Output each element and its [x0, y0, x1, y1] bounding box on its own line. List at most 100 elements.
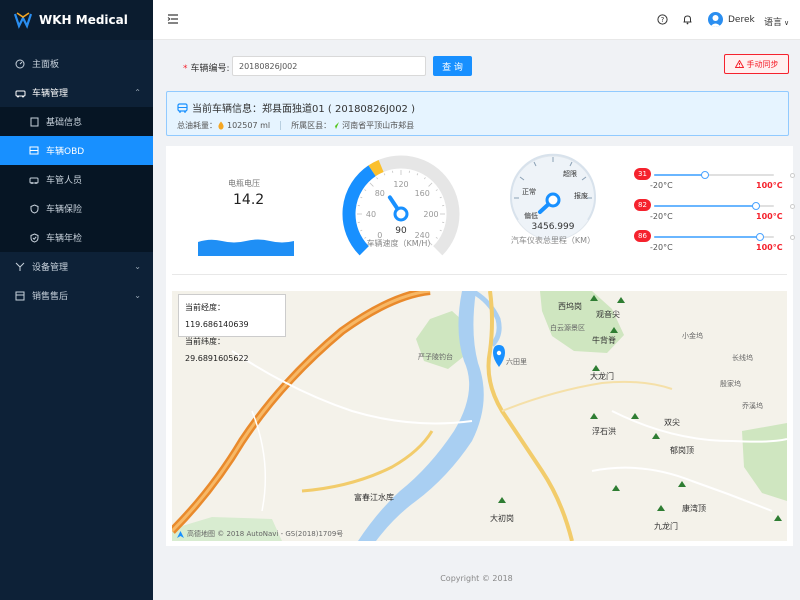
warning-icon — [734, 60, 744, 68]
temp-min: -20°C — [650, 212, 673, 221]
area-label: 所属区县： — [291, 121, 332, 130]
sales-icon — [14, 290, 26, 302]
temp-slider-2: 82 -20°C 100°C — [634, 199, 795, 223]
section-divider — [172, 274, 787, 275]
sidebar-item-vehicle-mgmt[interactable]: 车辆管理 ⌃ — [0, 78, 153, 107]
sidebar-item-vehicle-staff[interactable]: 车管人员 — [0, 165, 153, 194]
gauge-tick — [428, 182, 433, 187]
fuel-icon — [218, 121, 224, 130]
map-place: 郁岗顶 — [670, 446, 694, 455]
map-place: 富春江水库 — [354, 493, 394, 502]
top-header: ? Derek 语言 ∨ — [153, 0, 800, 40]
temp-thumb[interactable] — [752, 202, 760, 210]
avatar[interactable] — [708, 12, 723, 27]
sidebar-item-label: 设备管理 — [32, 263, 69, 273]
gauge-tick — [439, 229, 442, 232]
menu-fold-icon[interactable] — [167, 13, 179, 25]
sidebar-item-label: 车管人员 — [46, 176, 83, 186]
map-place: 殷家坞 — [720, 380, 741, 388]
zone-over-label: 超限 — [563, 169, 577, 178]
temp-end-dot — [790, 234, 795, 240]
coordinates-tooltip: 当前经度： 119.686140639 当前纬度： 29.6891605622 — [178, 294, 286, 363]
doc-icon — [28, 116, 40, 128]
sidebar-item-sales[interactable]: 销售售后 ⌄ — [0, 281, 153, 310]
map-place: 白云源景区 — [550, 324, 585, 332]
device-icon — [14, 261, 26, 273]
sidebar-item-vehicle-obd[interactable]: 车辆OBD — [0, 136, 153, 165]
zone-scrap-label: 报废 — [574, 191, 588, 200]
check-shield-icon — [28, 232, 40, 244]
sidebar-item-label: 车辆保险 — [46, 205, 83, 215]
sidebar-item-device-mgmt[interactable]: 设备管理 ⌄ — [0, 252, 153, 281]
zone-low-label: 偏低 — [524, 211, 538, 220]
map-view[interactable]: 当前经度： 119.686140639 当前纬度： 29.6891605622 西坞… — [172, 291, 787, 541]
fuel-label: 总油耗量： — [177, 121, 217, 130]
map-place: 牛背脊 — [592, 336, 616, 345]
temp-max: 100°C — [756, 243, 783, 252]
latitude-label: 当前纬度： — [185, 337, 225, 346]
gauge-row: 电瓶电压 14.2 0 40 80 120 160 200 240 90 车辆速度（KM/H… — [166, 146, 795, 274]
sidebar-item-label: 车辆年检 — [46, 234, 83, 244]
help-icon[interactable]: ? — [657, 14, 668, 25]
gauge-tick-label: 80 — [375, 189, 385, 198]
bus-icon — [177, 102, 188, 113]
gauge-tick-label: 120 — [393, 180, 408, 189]
manual-sync-button[interactable]: 手动同步 — [724, 54, 789, 74]
sidebar-item-label: 销售售后 — [32, 292, 69, 302]
gauge-tick — [376, 177, 378, 180]
query-button[interactable]: 查 询 — [433, 56, 472, 76]
voltage-label: 电瓶电压 — [228, 179, 260, 188]
vehicle-info-details: 总油耗量： 102507 ml 所属区县： 河南省平顶山市郏县 — [177, 120, 414, 131]
user-name[interactable]: Derek — [728, 15, 755, 25]
sidebar-item-label: 车辆管理 — [32, 89, 69, 99]
map-place: 大初岗 — [490, 514, 514, 523]
gauge-tick — [435, 237, 438, 239]
sync-label: 手动同步 — [746, 59, 779, 69]
map-place: 双尖 — [664, 418, 680, 427]
speed-value: 90 — [395, 226, 407, 236]
gauge-tick-label: 200 — [423, 210, 438, 219]
vehicle-number-input[interactable] — [232, 56, 426, 76]
location-pin-icon[interactable] — [493, 345, 505, 367]
language-selector[interactable]: 语言 ∨ — [764, 15, 789, 28]
zone-normal-label: 正常 — [522, 187, 536, 196]
temp-thumb[interactable] — [701, 171, 709, 179]
temp-track — [654, 202, 795, 210]
odometer-hub — [545, 192, 561, 208]
shield-icon — [28, 203, 40, 215]
sidebar-item-label: 主面板 — [32, 60, 60, 70]
svg-text:?: ? — [661, 16, 665, 24]
sidebar-item-basic-info[interactable]: 基础信息 — [0, 107, 153, 136]
vehicle-info-box: 当前车辆信息：郑县面独道01 ( 20180826J002 ) 总油耗量： 10… — [166, 91, 789, 136]
search-row: *车辆编号: 查 询 — [153, 56, 800, 76]
map-place: 长线坞 — [732, 354, 753, 362]
temp-max: 100°C — [756, 212, 783, 221]
longitude-value: 119.686140639 — [185, 320, 249, 329]
temp-badge: 31 — [634, 168, 651, 180]
temp-badge: 86 — [634, 230, 651, 242]
sidebar-item-vehicle-insurance[interactable]: 车辆保险 — [0, 194, 153, 223]
voltage-wave — [198, 239, 294, 256]
map-place: 六田里 — [506, 358, 527, 366]
sidebar-item-label: 基础信息 — [46, 118, 83, 128]
map-place: 九龙门 — [654, 522, 678, 531]
sidebar-item-dashboard[interactable]: 主面板 — [0, 49, 153, 78]
gauge-tick — [360, 229, 363, 232]
fuel-value: 102507 ml — [227, 121, 271, 130]
chevron-down-icon: ⌄ — [134, 262, 141, 271]
gauge-tick — [360, 196, 363, 199]
temp-thumb[interactable] — [756, 233, 764, 241]
map-place: 大龙门 — [590, 372, 614, 381]
vehicle-info-title: 当前车辆信息：郑县面独道01 ( 20180826J002 ) — [177, 100, 415, 115]
sidebar: WKH Medical 主面板 车辆管理 ⌃ 基础信息 车辆OBD 车管人员 车… — [0, 0, 153, 600]
bell-icon[interactable] — [682, 14, 693, 25]
logo[interactable]: WKH Medical — [0, 0, 153, 40]
sidebar-item-vehicle-inspection[interactable]: 车辆年检 — [0, 223, 153, 252]
dashboard-icon — [14, 58, 26, 70]
speed-hub — [393, 206, 409, 222]
gauge-tick — [383, 173, 386, 176]
longitude-label: 当前经度： — [185, 303, 225, 312]
gauge-tick — [435, 189, 438, 191]
map-place: 小金坞 — [682, 332, 703, 340]
gauge-tick — [364, 189, 367, 191]
